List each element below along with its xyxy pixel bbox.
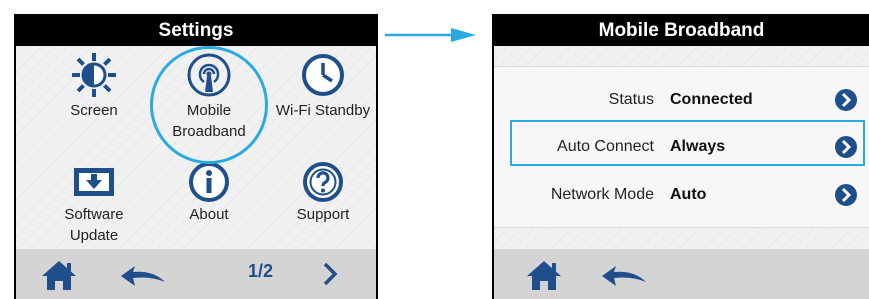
bottom-divider	[494, 229, 869, 249]
transition-arrow-icon	[385, 28, 476, 42]
tile-support-label: Support	[296, 206, 350, 223]
tile-screen[interactable]: Screen	[39, 52, 149, 121]
chevron-circle-icon[interactable]	[834, 88, 858, 112]
tile-wifi-standby-label: Wi-Fi Standby	[275, 102, 371, 119]
settings-screen: Settings Screen Mobile Broadband Wi-Fi S…	[14, 14, 378, 299]
settings-title: Settings	[16, 16, 376, 46]
tile-software-update-label: Software Update	[64, 206, 124, 244]
row-status-label: Status	[608, 91, 654, 108]
tile-mobile-broadband[interactable]: Mobile Broadband	[154, 52, 264, 142]
tile-about-label: About	[189, 206, 229, 223]
row-auto-connect-value: Always	[670, 138, 726, 155]
software-update-icon	[74, 168, 114, 196]
row-status[interactable]: Status Connected	[494, 75, 869, 125]
back-icon[interactable]	[119, 264, 167, 288]
tile-wifi-standby[interactable]: Wi-Fi Standby	[268, 52, 376, 121]
row-auto-connect[interactable]: Auto Connect Always	[494, 122, 869, 172]
clock-icon	[302, 54, 344, 96]
chevron-right-icon[interactable]	[322, 262, 338, 286]
row-auto-connect-label: Auto Connect	[557, 138, 654, 155]
page-indicator: 1/2	[248, 261, 274, 281]
brightness-icon	[72, 53, 116, 97]
home-icon[interactable]	[41, 259, 77, 291]
row-network-mode-value: Auto	[670, 186, 707, 203]
tile-screen-label: Screen	[70, 102, 118, 119]
settings-grid: Screen Mobile Broadband Wi-Fi Standby So…	[16, 46, 376, 249]
tile-support[interactable]: Support	[268, 162, 376, 225]
tile-mobile-broadband-label: Mobile Broadband	[172, 102, 246, 140]
mobile-broadband-icon	[187, 53, 231, 97]
tile-software-update[interactable]: Software Update	[39, 162, 149, 246]
chevron-circle-icon[interactable]	[834, 183, 858, 207]
question-icon	[303, 162, 343, 202]
broadband-title: Mobile Broadband	[494, 16, 869, 46]
settings-footer: 1/2	[16, 249, 376, 299]
info-icon	[189, 162, 229, 202]
home-icon[interactable]	[526, 259, 562, 291]
settings-list: Status Connected Auto Connect Always Net…	[494, 66, 869, 228]
row-network-mode-label: Network Mode	[550, 186, 654, 203]
back-icon[interactable]	[600, 264, 648, 288]
row-status-value: Connected	[670, 91, 753, 108]
row-network-mode[interactable]: Network Mode Auto	[494, 170, 869, 220]
broadband-footer	[494, 249, 869, 299]
tile-about[interactable]: About	[154, 162, 264, 225]
chevron-circle-icon[interactable]	[834, 135, 858, 159]
top-divider	[494, 46, 869, 66]
mobile-broadband-screen: Mobile Broadband Status Connected Auto C…	[492, 14, 869, 299]
